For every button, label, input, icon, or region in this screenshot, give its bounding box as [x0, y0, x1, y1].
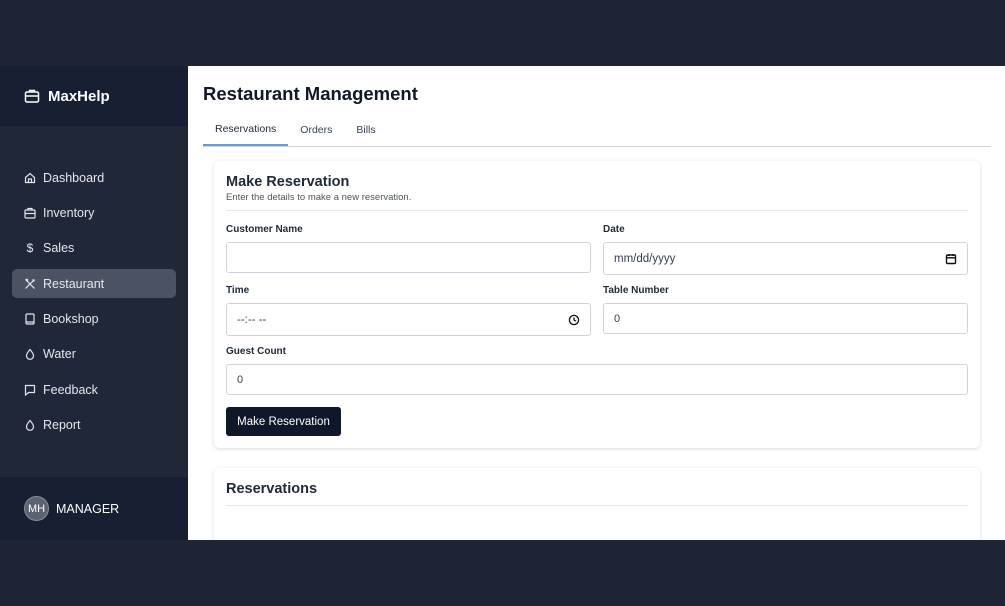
sidebar-item-label: Inventory — [43, 205, 95, 220]
sidebar-item-feedback[interactable]: Feedback — [12, 375, 176, 404]
sidebar-item-bookshop[interactable]: Bookshop — [12, 305, 176, 334]
date-field: Date mm/dd/yyyy — [603, 224, 968, 275]
table-number-label: Table Number — [603, 285, 669, 296]
divider — [226, 505, 968, 506]
dollar-icon: $ — [26, 241, 34, 256]
home-icon — [24, 172, 36, 184]
page-title: Restaurant Management — [203, 83, 418, 104]
droplet-icon — [24, 348, 36, 361]
date-label: Date — [603, 224, 625, 235]
time-input[interactable]: --:-- -- — [226, 303, 591, 336]
sidebar-item-label: Report — [43, 418, 81, 433]
time-value: --:-- -- — [237, 313, 267, 326]
sidebar-item-label: Bookshop — [43, 312, 99, 327]
briefcase-icon — [24, 207, 36, 219]
customer-name-input[interactable] — [226, 242, 591, 273]
brand[interactable]: MaxHelp — [0, 66, 188, 126]
sidebar-item-dashboard[interactable]: Dashboard — [12, 163, 176, 192]
guest-count-label: Guest Count — [226, 346, 286, 357]
guest-count-field: Guest Count 0 — [226, 346, 968, 395]
sidebar-item-label: Feedback — [43, 382, 98, 397]
sidebar-item-sales[interactable]: $ Sales — [12, 234, 176, 263]
customer-name-field: Customer Name — [226, 224, 591, 275]
reservation-form-card: Make Reservation Enter the details to ma… — [214, 161, 980, 448]
reservations-title: Reservations — [226, 481, 318, 497]
user-profile[interactable]: MH MANAGER — [0, 477, 188, 540]
utensils-icon — [24, 278, 36, 290]
sidebar-nav: Dashboard Inventory $ Sales Restaurant B… — [12, 163, 176, 446]
sidebar-item-water[interactable]: Water — [12, 340, 176, 369]
form-grid: Customer Name Date mm/dd/yyyy Time --:--… — [226, 224, 968, 405]
guest-count-input[interactable]: 0 — [226, 364, 968, 395]
time-field: Time --:-- -- — [226, 285, 591, 336]
clock-icon[interactable] — [568, 314, 580, 326]
form-subtitle: Enter the details to make a new reservat… — [226, 192, 412, 203]
sidebar-item-inventory[interactable]: Inventory — [12, 198, 176, 227]
date-input[interactable]: mm/dd/yyyy — [603, 242, 968, 275]
reservations-card: Reservations — [214, 468, 980, 540]
sidebar-item-label: Restaurant — [43, 276, 105, 291]
time-label: Time — [226, 285, 250, 296]
droplet-icon — [24, 419, 36, 432]
date-value: mm/dd/yyyy — [614, 252, 676, 265]
sidebar-item-restaurant[interactable]: Restaurant — [12, 269, 176, 299]
table-number-field: Table Number 0 — [603, 285, 968, 336]
form-title: Make Reservation — [226, 174, 350, 190]
table-number-input[interactable]: 0 — [603, 303, 968, 334]
customer-name-label: Customer Name — [226, 224, 303, 235]
book-icon — [24, 313, 36, 325]
user-role: MANAGER — [56, 501, 120, 516]
sidebar-item-report[interactable]: Report — [12, 411, 176, 440]
brand-name: MaxHelp — [48, 87, 110, 105]
calendar-icon[interactable] — [945, 253, 957, 265]
divider — [226, 210, 968, 211]
sidebar-item-label: Water — [43, 347, 76, 362]
tab-bar: Reservations Orders Bills — [203, 114, 991, 147]
tab-reservations[interactable]: Reservations — [203, 114, 289, 146]
sidebar-item-label: Sales — [43, 241, 75, 256]
tab-bills[interactable]: Bills — [344, 114, 387, 146]
message-icon — [24, 384, 36, 396]
tab-orders[interactable]: Orders — [288, 114, 344, 146]
sidebar-item-label: Dashboard — [43, 170, 105, 185]
make-reservation-button[interactable]: Make Reservation — [226, 407, 341, 436]
briefcase-icon — [24, 89, 40, 103]
avatar: MH — [24, 496, 49, 521]
app-window: MaxHelp Dashboard Inventory $ Sales Rest… — [0, 66, 1005, 540]
sidebar: MaxHelp Dashboard Inventory $ Sales Rest… — [0, 66, 188, 540]
main-content: Restaurant Management Reservations Order… — [188, 66, 1005, 540]
